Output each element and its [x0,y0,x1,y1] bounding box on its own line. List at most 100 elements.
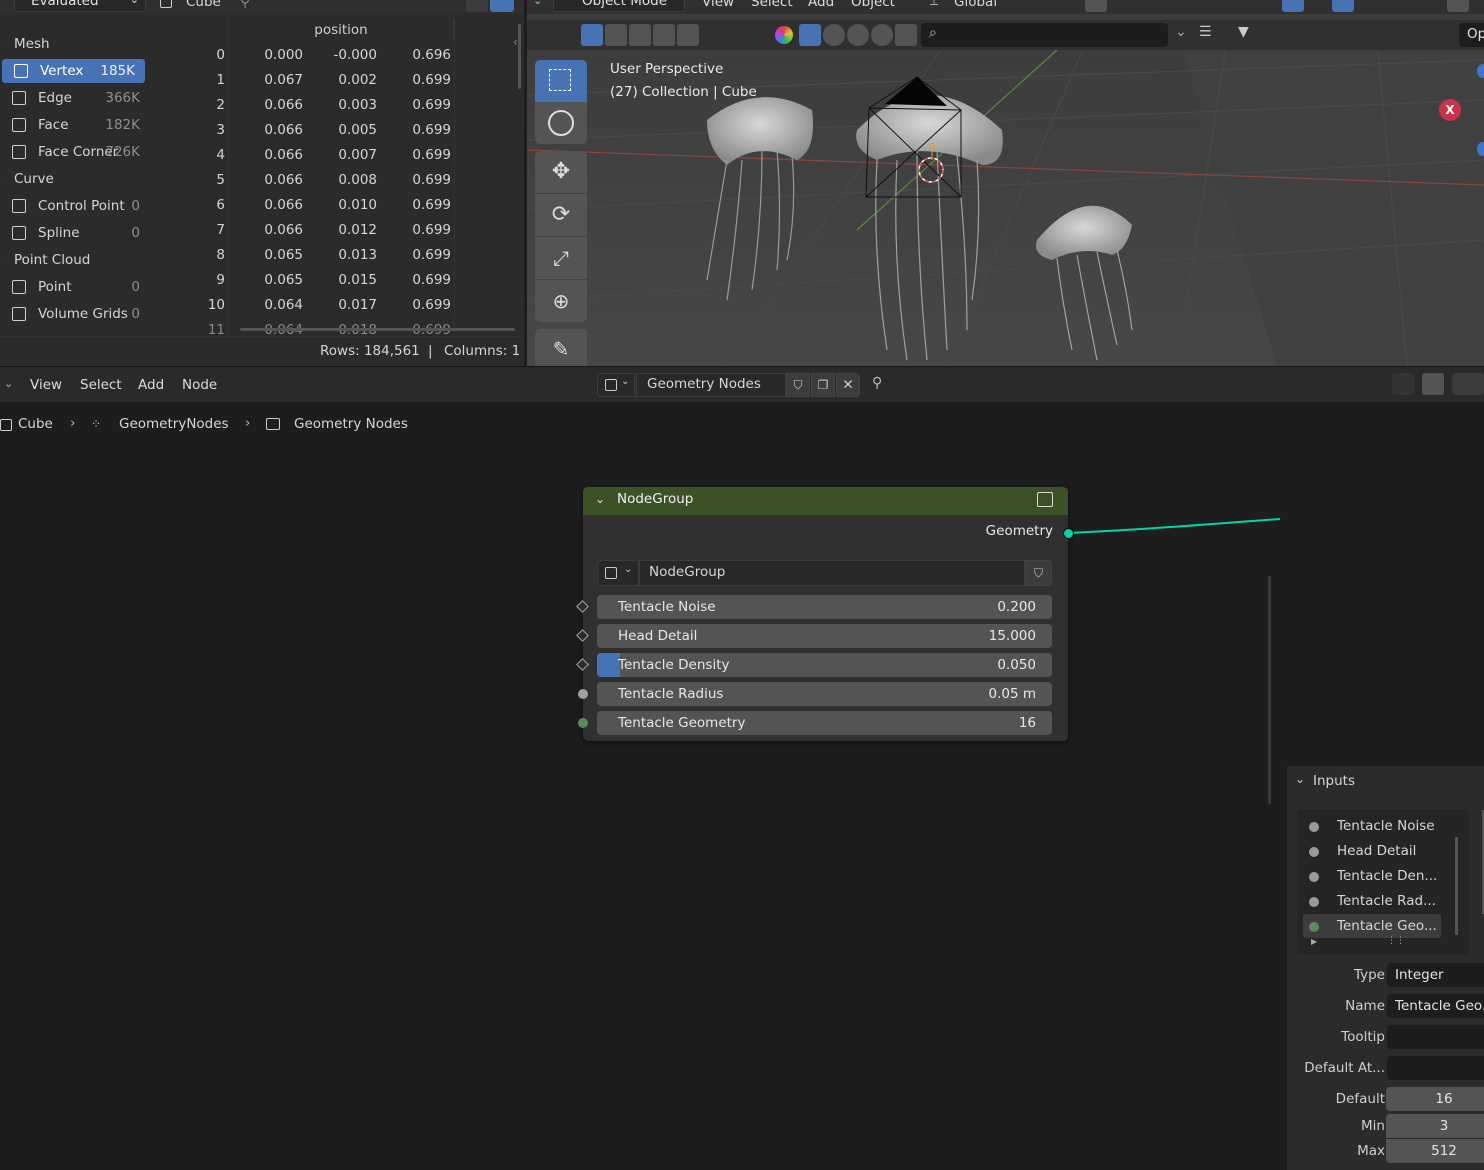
selected-only-toggle-icon[interactable] [490,0,514,12]
node-menu-add[interactable]: Add [138,377,164,393]
inputs-list-item[interactable]: Tentacle Rad... [1303,889,1441,913]
input-socket[interactable] [578,689,588,699]
options-button[interactable]: Op [1459,23,1484,47]
visibility-filter-icon[interactable] [775,26,793,44]
vertical-scrollbar[interactable] [518,24,521,89]
nodegroup-node[interactable]: ⌄ NodeGroup Geometry ⌄ NodeGroup ⛉ Tenta… [576,487,1074,741]
node-tree-name-field[interactable]: Geometry Nodes [636,373,786,397]
input-socket[interactable] [576,629,589,642]
breadcrumb-tree[interactable]: Geometry Nodes [294,416,408,432]
inputs-list-item[interactable]: Head Detail [1303,839,1441,863]
world-filter-icon[interactable] [871,24,893,46]
node-menu-view[interactable]: View [30,377,62,393]
prop-tooltip-field[interactable] [1387,1025,1484,1049]
output-geometry-socket[interactable] [1063,528,1074,539]
input-field[interactable]: Tentacle Density 0.050 [597,653,1052,677]
unlink-close-icon[interactable]: ✕ [836,373,860,397]
pin-icon[interactable]: ⚲ [872,375,882,391]
gizmo-neg-z-axis[interactable] [1477,142,1484,156]
cursor-tool-icon[interactable] [535,102,587,144]
mesh-filter-icon[interactable] [799,24,821,46]
list-scrollbar[interactable] [1455,837,1458,935]
select-invert-icon[interactable] [653,24,675,46]
material-filter-icon[interactable] [823,24,845,46]
collapse-chevron-icon[interactable]: ⌄ [595,492,605,506]
select-tool-icon[interactable] [535,60,587,102]
inputs-list-item[interactable]: Tentacle Noise [1303,814,1441,838]
gizmo-z-axis[interactable] [1477,64,1484,78]
expand-chevron-icon[interactable]: › [0,248,1,272]
select-intersect-icon[interactable] [677,24,699,46]
sort-icon[interactable]: ☰ [1199,24,1212,40]
column-header-position[interactable]: position [228,18,454,42]
domain-item[interactable]: Face Corner 726K [0,140,150,164]
chevron-down-icon[interactable]: ⌄ [533,0,542,7]
prop-max-field[interactable]: 512 [1386,1139,1484,1163]
domain-item[interactable]: Volume Grids 0 [0,302,150,326]
expand-chevron-icon[interactable]: › [0,32,1,56]
filter-icon[interactable] [466,0,488,12]
pin-icon[interactable]: ⚲ [240,0,250,10]
node-editor[interactable]: ⌄ View Select Add Node ⌄ Geometry Nodes … [0,366,1484,1170]
node-group-icon[interactable] [1037,492,1053,507]
horizontal-scrollbar[interactable] [240,328,515,331]
breadcrumb-modifier[interactable]: GeometryNodes [119,416,229,432]
display-mode-dropdown[interactable]: Evaluated ⌄ [14,0,146,12]
resize-handle-icon[interactable]: ⋮⋮ [1387,936,1405,946]
other-filter-icon[interactable] [895,24,917,46]
snap-grid-icon[interactable] [1452,373,1484,395]
gizmo-x-axis[interactable]: X [1439,99,1461,121]
prop-name-field[interactable]: Tentacle Geo... [1387,994,1484,1018]
input-socket[interactable] [576,600,589,613]
expand-chevron-icon[interactable]: › [0,167,1,191]
domain-item[interactable]: Face 182K [0,113,150,137]
domain-item[interactable]: Edge 366K [0,86,150,110]
search-input[interactable]: ⌕ [921,23,1168,47]
input-socket[interactable] [576,658,589,671]
snap-icon[interactable] [1085,0,1107,12]
prop-default-field[interactable]: 16 [1386,1087,1484,1111]
duplicate-icon[interactable]: ❐ [811,373,835,397]
domain-item[interactable]: Point 0 [0,275,150,299]
group-name-field[interactable]: NodeGroup [639,560,1025,586]
light-filter-icon[interactable] [847,24,869,46]
prop-type-field[interactable]: Integer [1387,963,1484,987]
select-extend-icon[interactable] [605,24,627,46]
domain-item[interactable]: Vertex 185K [2,59,145,83]
input-socket[interactable] [578,718,588,728]
snap-magnet-icon[interactable] [1422,373,1444,395]
select-box-icon[interactable] [581,24,603,46]
chevron-down-icon[interactable]: ⌄ [4,377,13,390]
curve-tool-icon[interactable] [1282,0,1304,12]
expand-triangle-icon[interactable]: ▶ [1311,937,1317,946]
input-field[interactable]: Tentacle Radius 0.05 m [597,682,1052,706]
annotate-tool-icon[interactable]: ✎ [535,329,587,366]
collapse-arrow-icon[interactable]: ‹ [513,35,518,49]
breadcrumb-object[interactable]: Cube [18,416,53,432]
prop-min-field[interactable]: 3 [1386,1114,1484,1138]
node-menu-node[interactable]: Node [182,377,217,393]
solid-shading-icon[interactable] [1447,0,1469,12]
fake-user-shield-icon[interactable]: ⛉ [1025,560,1052,586]
mode-dropdown[interactable]: Object Mode [553,0,685,12]
3d-viewport[interactable]: ⌄ Object Mode View Select Add Object ⟂ G… [527,0,1484,366]
node-header[interactable]: ⌄ NodeGroup [583,487,1068,515]
group-browse-icon[interactable]: ⌄ [597,560,639,586]
input-field[interactable]: Head Detail 15.000 [597,624,1052,648]
viewport-menu-select[interactable]: Select [751,0,793,10]
node-menu-select[interactable]: Select [80,377,122,393]
move-tool-icon[interactable]: ✥ [535,151,587,193]
overlay-icon[interactable] [1332,0,1354,12]
fake-user-shield-icon[interactable]: ⛉ [786,373,810,397]
filter-menu-icon[interactable]: ⌄ [1175,24,1187,40]
prop-default-attribute-field[interactable] [1387,1056,1484,1080]
domain-item[interactable]: Spline 0 [0,221,150,245]
funnel-icon[interactable]: ▼ [1238,24,1249,40]
inputs-list-item[interactable]: Tentacle Geo... [1303,914,1441,938]
region-scrollbar[interactable] [1268,576,1271,804]
viewport-menu-object[interactable]: Object [851,0,895,10]
rotate-tool-icon[interactable]: ⟳ [535,194,587,236]
parent-node-tree-icon[interactable] [1392,373,1414,395]
domain-item[interactable]: Control Point 0 [0,194,150,218]
viewport-menu-view[interactable]: View [702,0,734,10]
